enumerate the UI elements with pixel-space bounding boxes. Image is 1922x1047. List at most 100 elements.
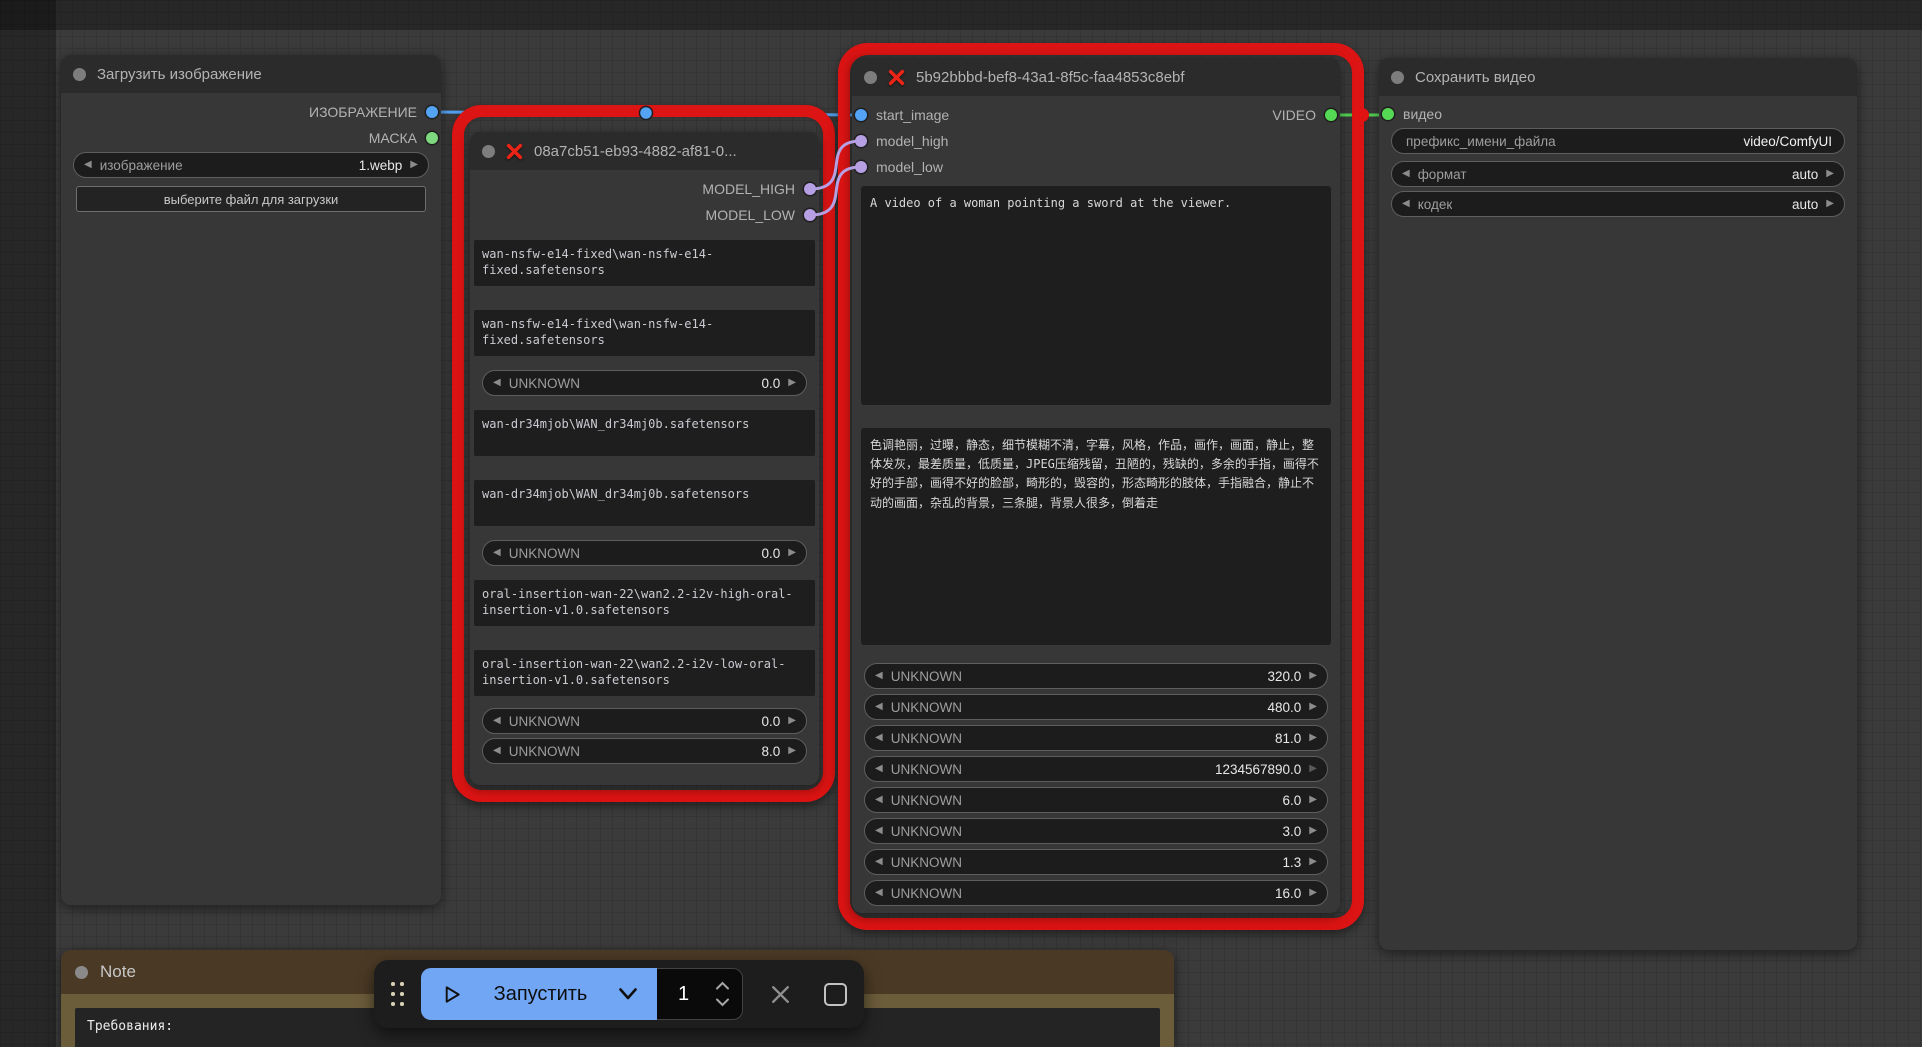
decrement-arrow-icon[interactable]: ◀ <box>493 378 501 388</box>
input-dot-model-low[interactable] <box>855 161 867 173</box>
increment-arrow-icon[interactable]: ▶ <box>1309 733 1317 743</box>
widget-value: 0.0 <box>761 713 781 729</box>
chevron-down-icon[interactable] <box>618 987 638 1001</box>
increment-arrow-icon[interactable]: ▶ <box>1309 764 1317 774</box>
unknown-slider[interactable]: ◀ UNKNOWN 0.0 ▶ <box>482 540 807 566</box>
unknown-slider[interactable]: ◀ UNKNOWN 81.0 ▶ <box>864 725 1328 751</box>
increment-arrow-icon[interactable]: ▶ <box>1309 857 1317 867</box>
node-load-image-header[interactable]: Загрузить изображение <box>61 55 441 93</box>
clear-queue-button[interactable] <box>768 982 793 1007</box>
decrement-arrow-icon[interactable]: ◀ <box>875 764 883 774</box>
unknown-slider[interactable]: ◀ UNKNOWN 1.3 ▶ <box>864 849 1328 875</box>
widget-value: 0.0 <box>761 375 781 391</box>
negative-prompt-textarea[interactable]: 色调艳丽，过曝，静态，细节模糊不清，字幕，风格，作品，画作，画面，静止，整体发灰… <box>861 428 1331 645</box>
node-load-image[interactable]: Загрузить изображение ИЗОБРАЖЕНИЕ МАСКА … <box>61 55 441 905</box>
input-dot-model-high[interactable] <box>855 135 867 147</box>
increment-arrow-icon[interactable]: ▶ <box>1309 671 1317 681</box>
format-combo-widget[interactable]: ◀ формат auto ▶ <box>1391 161 1845 187</box>
play-icon <box>440 983 463 1006</box>
increment-arrow-icon[interactable]: ▶ <box>788 746 796 756</box>
increment-arrow-icon[interactable]: ▶ <box>788 378 796 388</box>
increment-arrow-icon[interactable]: ▶ <box>788 716 796 726</box>
decrement-arrow-icon[interactable]: ◀ <box>875 888 883 898</box>
decrement-arrow-icon[interactable]: ◀ <box>1402 169 1410 179</box>
lora-path-textbox[interactable]: wan-dr34mjob\WAN_dr34mj0b.safetensors <box>474 480 815 526</box>
output-slot-model-low: MODEL_LOW <box>470 202 819 228</box>
image-combo-widget[interactable]: ◀ изображение 1.webp ▶ <box>73 152 429 178</box>
increment-arrow-icon[interactable]: ▶ <box>1309 795 1317 805</box>
collapse-dot[interactable] <box>1391 70 1404 84</box>
output-slot-mask: МАСКА <box>61 125 441 151</box>
collapse-dot[interactable] <box>75 965 88 979</box>
increment-chevron-icon[interactable] <box>715 981 730 990</box>
unknown-slider[interactable]: ◀ UNKNOWN 1234567890.0 ▶ <box>864 756 1328 782</box>
increment-arrow-icon[interactable]: ▶ <box>410 160 418 170</box>
node-video-generator[interactable]: 5b92bbbd-bef8-43a1-8f5c-faa4853c8ebf VID… <box>852 58 1340 913</box>
decrement-arrow-icon[interactable]: ◀ <box>875 826 883 836</box>
lora-path-textbox[interactable]: wan-dr34mjob\WAN_dr34mj0b.safetensors <box>474 410 815 456</box>
filename-prefix-widget[interactable]: префикс_имени_файла video/ComfyUI <box>1391 128 1845 154</box>
input-dot-video[interactable] <box>1382 108 1394 120</box>
widget-value: video/ComfyUI <box>1743 133 1832 149</box>
positive-prompt-textarea[interactable]: A video of a woman pointing a sword at t… <box>861 186 1331 405</box>
codec-combo-widget[interactable]: ◀ кодек auto ▶ <box>1391 191 1845 217</box>
decrement-arrow-icon[interactable]: ◀ <box>875 857 883 867</box>
node-title: 5b92bbbd-bef8-43a1-8f5c-faa4853c8ebf <box>916 68 1185 86</box>
node-video-header[interactable]: 5b92bbbd-bef8-43a1-8f5c-faa4853c8ebf <box>852 58 1340 96</box>
node-save-video[interactable]: Сохранить видео видео префикс_имени_файл… <box>1379 58 1857 950</box>
increment-arrow-icon[interactable]: ▶ <box>1309 888 1317 898</box>
lora-path-textbox[interactable]: wan-nsfw-e14-fixed\wan-nsfw-e14-fixed.sa… <box>474 310 815 356</box>
output-dot-model-high[interactable] <box>804 183 816 195</box>
upload-file-button[interactable]: выберите файл для загрузки <box>76 186 426 212</box>
widget-value: auto <box>1792 166 1819 182</box>
decrement-arrow-icon[interactable]: ◀ <box>875 795 883 805</box>
toolbar-drag-handle-icon[interactable] <box>391 982 404 1006</box>
unknown-slider[interactable]: ◀ UNKNOWN 320.0 ▶ <box>864 663 1328 689</box>
output-dot-image[interactable] <box>426 106 438 118</box>
batch-count-stepper[interactable]: 1 <box>657 968 743 1020</box>
link-midpoint-dot-blue[interactable] <box>638 105 654 121</box>
decrement-arrow-icon[interactable]: ◀ <box>84 160 92 170</box>
input-dot-start-image[interactable] <box>855 109 867 121</box>
decrement-arrow-icon[interactable]: ◀ <box>875 671 883 681</box>
unknown-slider[interactable]: ◀ UNKNOWN 8.0 ▶ <box>482 738 807 764</box>
node-lora-header[interactable]: 08a7cb51-eb93-4882-af81-0... <box>470 132 819 170</box>
link-midpoint-dot-red[interactable] <box>1355 108 1369 122</box>
output-slot-model-high: MODEL_HIGH <box>470 176 819 202</box>
unknown-slider[interactable]: ◀ UNKNOWN 0.0 ▶ <box>482 370 807 396</box>
widget-label: UNKNOWN <box>890 730 962 746</box>
increment-arrow-icon[interactable]: ▶ <box>1826 169 1834 179</box>
collapse-dot[interactable] <box>482 144 495 158</box>
unknown-slider[interactable]: ◀ UNKNOWN 3.0 ▶ <box>864 818 1328 844</box>
increment-arrow-icon[interactable]: ▶ <box>788 548 796 558</box>
lora-path-textbox[interactable]: oral-insertion-wan-22\wan2.2-i2v-low-ora… <box>474 650 815 696</box>
increment-arrow-icon[interactable]: ▶ <box>1826 199 1834 209</box>
node-save-video-header[interactable]: Сохранить видео <box>1379 58 1857 96</box>
collapse-dot[interactable] <box>864 70 877 84</box>
decrement-arrow-icon[interactable]: ◀ <box>1402 199 1410 209</box>
output-slot-label: MODEL_LOW <box>705 207 795 223</box>
decrement-arrow-icon[interactable]: ◀ <box>875 733 883 743</box>
lora-path-textbox[interactable]: oral-insertion-wan-22\wan2.2-i2v-high-or… <box>474 580 815 626</box>
node-lora-loader[interactable]: 08a7cb51-eb93-4882-af81-0... MODEL_HIGH … <box>470 132 819 785</box>
run-button[interactable]: Запустить <box>421 968 657 1020</box>
decrement-arrow-icon[interactable]: ◀ <box>493 716 501 726</box>
output-dot-model-low[interactable] <box>804 209 816 221</box>
output-slot-label: МАСКА <box>368 130 417 146</box>
decrement-arrow-icon[interactable]: ◀ <box>493 548 501 558</box>
widget-value: 16.0 <box>1275 885 1302 901</box>
unknown-slider[interactable]: ◀ UNKNOWN 480.0 ▶ <box>864 694 1328 720</box>
lora-path-textbox[interactable]: wan-nsfw-e14-fixed\wan-nsfw-e14-fixed.sa… <box>474 240 815 286</box>
unknown-slider[interactable]: ◀ UNKNOWN 16.0 ▶ <box>864 880 1328 906</box>
node-graph-canvas[interactable]: Загрузить изображение ИЗОБРАЖЕНИЕ МАСКА … <box>0 0 1922 1047</box>
increment-arrow-icon[interactable]: ▶ <box>1309 702 1317 712</box>
output-dot-mask[interactable] <box>426 132 438 144</box>
increment-arrow-icon[interactable]: ▶ <box>1309 826 1317 836</box>
decrement-arrow-icon[interactable]: ◀ <box>875 702 883 712</box>
unknown-slider[interactable]: ◀ UNKNOWN 0.0 ▶ <box>482 708 807 734</box>
decrement-arrow-icon[interactable]: ◀ <box>493 746 501 756</box>
unknown-slider[interactable]: ◀ UNKNOWN 6.0 ▶ <box>864 787 1328 813</box>
decrement-chevron-icon[interactable] <box>715 998 730 1007</box>
collapse-dot[interactable] <box>73 67 86 81</box>
stop-button[interactable] <box>824 982 847 1006</box>
